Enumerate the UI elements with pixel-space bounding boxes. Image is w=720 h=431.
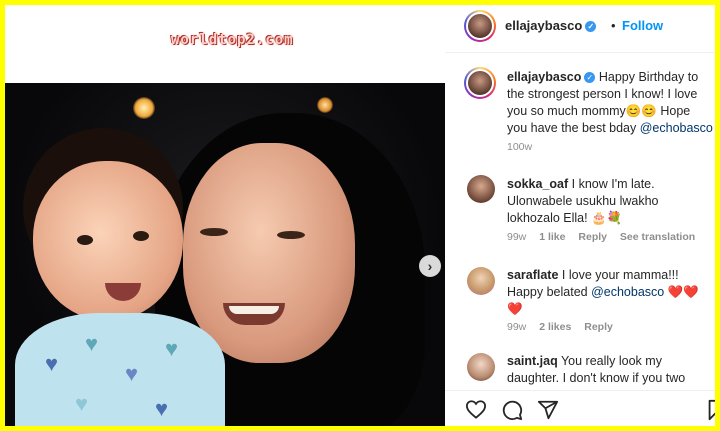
username-link[interactable]: saint.jaq: [507, 354, 558, 368]
mention-link[interactable]: @echobasco: [640, 121, 713, 135]
chevron-right-icon: ›: [427, 258, 433, 274]
post-caption: ellajaybasco ✓ Happy Birthday to the stro…: [507, 69, 713, 137]
follow-button[interactable]: Follow: [622, 18, 663, 33]
woman-eye: [200, 228, 228, 236]
comment-meta: 99w 2 likes Reply: [507, 321, 623, 333]
comment-meta: 99w 1 like Reply See translation: [507, 231, 705, 243]
background-light: [317, 97, 333, 113]
see-translation-button[interactable]: See translation: [620, 231, 695, 243]
separator-dot: •: [611, 18, 616, 33]
watermark-text: worldtop2.com: [171, 32, 294, 48]
avatar[interactable]: [467, 267, 495, 295]
avatar[interactable]: [467, 175, 495, 203]
woman-eye: [277, 231, 305, 239]
caption-timestamp: 100w: [507, 141, 533, 153]
woman-face: [183, 143, 355, 363]
mention-link[interactable]: @echobasco: [591, 285, 664, 299]
post-sidebar: ellajaybasco ✓ • Follow ellajaybasco ✓ Hap…: [445, 5, 715, 426]
share-icon[interactable]: [537, 399, 559, 426]
post-media: worldtop2.com ♥ ♥ ♥ ♥ ♥ ♥ ›: [5, 5, 445, 426]
comment-text: saraflate I love your mamma!!! Happy bel…: [507, 267, 713, 318]
baby-eye: [133, 231, 149, 241]
username-link[interactable]: ellajaybasco: [505, 18, 582, 33]
username-link[interactable]: saraflate: [507, 268, 558, 282]
background-light: [133, 97, 155, 119]
post-author[interactable]: ellajaybasco ✓: [505, 18, 597, 33]
next-photo-button[interactable]: ›: [419, 255, 441, 277]
divider: [445, 52, 715, 53]
avatar[interactable]: [464, 10, 496, 42]
reply-button[interactable]: Reply: [584, 321, 613, 333]
baby-eye: [77, 235, 93, 245]
action-bar: [445, 390, 715, 426]
comment-timestamp: 99w: [507, 231, 527, 243]
comment-text: sokka_oaf I know I'm late. Ulonwabele us…: [507, 176, 713, 227]
heart-icon[interactable]: [465, 399, 487, 424]
avatar[interactable]: [467, 353, 495, 381]
comment-timestamp: 99w: [507, 321, 527, 333]
post-photo: ♥ ♥ ♥ ♥ ♥ ♥: [5, 83, 445, 426]
screenshot-frame: worldtop2.com ♥ ♥ ♥ ♥ ♥ ♥ › ellajaybasco…: [5, 5, 715, 426]
likes-count[interactable]: 2 likes: [539, 321, 571, 333]
verified-icon: ✓: [584, 72, 596, 83]
username-link[interactable]: sokka_oaf: [507, 177, 568, 191]
bookmark-icon[interactable]: [707, 399, 715, 426]
verified-icon: ✓: [585, 21, 597, 32]
username-link[interactable]: ellajaybasco: [507, 70, 581, 84]
reply-button[interactable]: Reply: [578, 231, 607, 243]
likes-count[interactable]: 1 like: [539, 231, 565, 243]
baby-onesie: ♥ ♥ ♥ ♥ ♥ ♥: [15, 313, 225, 426]
avatar[interactable]: [464, 67, 496, 99]
comment-text: saint.jaq You really look my daughter. I…: [507, 353, 713, 387]
baby-face: [33, 161, 183, 321]
comment-icon[interactable]: [501, 399, 523, 426]
